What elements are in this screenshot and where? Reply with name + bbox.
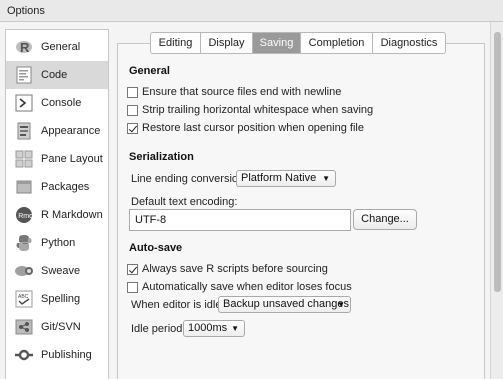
svg-text:Rmd: Rmd <box>18 213 33 220</box>
newline-option[interactable]: Ensure that source files end with newlin… <box>127 85 341 99</box>
sidebar-item-python[interactable]: Python <box>6 229 108 257</box>
line-ending-value: Platform Native <box>241 172 317 184</box>
sidebar-item-r-markdown[interactable]: Rmd R Markdown <box>6 201 108 229</box>
autosave-focus-option[interactable]: Automatically save when editor loses foc… <box>127 280 352 294</box>
sidebar-item-general[interactable]: R General <box>6 33 108 61</box>
tab-saving[interactable]: Saving <box>253 33 301 53</box>
always-save-option[interactable]: Always save R scripts before sourcing <box>127 262 328 276</box>
line-ending-select[interactable]: Platform Native ▼ <box>236 170 336 187</box>
sidebar-item-sweave[interactable]: Sweave <box>6 257 108 285</box>
window-title: Options <box>7 5 45 17</box>
serialization-heading: Serialization <box>129 151 194 163</box>
encoding-field[interactable]: UTF-8 <box>129 209 351 231</box>
spelling-icon: ABC <box>14 289 34 309</box>
svg-text:ABC: ABC <box>18 294 29 300</box>
checkmark-icon <box>128 264 138 273</box>
idle-label: When editor is idle: <box>131 299 225 311</box>
idle-period-label: Idle period: <box>131 323 186 335</box>
newline-label: Ensure that source files end with newlin… <box>142 86 342 98</box>
sidebar-item-code[interactable]: Code <box>6 61 108 89</box>
dropdown-arrow-icon: ▼ <box>322 174 330 183</box>
vertical-scrollbar[interactable] <box>490 22 503 379</box>
cursor-option[interactable]: Restore last cursor position when openin… <box>127 121 364 135</box>
dropdown-arrow-icon: ▼ <box>231 324 239 333</box>
publishing-icon <box>14 345 34 365</box>
svg-text:R: R <box>20 40 30 55</box>
title-bar: Options <box>0 0 503 22</box>
sidebar-item-publishing[interactable]: Publishing <box>6 341 108 369</box>
appearance-icon <box>14 121 34 141</box>
pane-layout-icon <box>14 149 34 169</box>
sidebar-item-appearance[interactable]: Appearance <box>6 117 108 145</box>
code-icon <box>14 65 34 85</box>
scrollbar-thumb[interactable] <box>494 32 501 292</box>
python-icon <box>14 233 34 253</box>
tab-display[interactable]: Display <box>201 33 253 53</box>
console-icon <box>14 93 34 113</box>
git-icon <box>14 317 34 337</box>
rmarkdown-icon: Rmd <box>14 205 34 225</box>
tab-editing[interactable]: Editing <box>151 33 201 53</box>
general-heading: General <box>129 65 170 77</box>
autosave-heading: Auto-save <box>129 242 183 254</box>
always-save-checkbox[interactable] <box>127 263 138 275</box>
sidebar-item-packages[interactable]: Packages <box>6 173 108 201</box>
whitespace-label: Strip trailing horizontal whitespace whe… <box>142 104 374 116</box>
idle-action-select[interactable]: Backup unsaved changes ▼ <box>218 296 351 313</box>
line-ending-label: Line ending conversion: <box>131 173 248 185</box>
dropdown-arrow-icon: ▼ <box>337 300 345 309</box>
sweave-icon <box>14 261 34 281</box>
sidebar-item-spelling[interactable]: ABC Spelling <box>6 285 108 313</box>
change-encoding-button[interactable]: Change... <box>353 209 417 230</box>
encoding-label: Default text encoding: <box>131 196 238 208</box>
code-tabs: Editing Display Saving Completion Diagno… <box>150 32 446 54</box>
packages-icon <box>14 177 34 197</box>
whitespace-option[interactable]: Strip trailing horizontal whitespace whe… <box>127 103 373 117</box>
autosave-focus-label: Automatically save when editor loses foc… <box>142 281 352 293</box>
cursor-label: Restore last cursor position when openin… <box>142 122 364 134</box>
whitespace-checkbox[interactable] <box>127 104 138 116</box>
idle-period-value: 1000ms <box>188 322 228 334</box>
idle-period-select[interactable]: 1000ms ▼ <box>183 320 245 337</box>
sidebar-item-pane-layout[interactable]: Pane Layout <box>6 145 108 173</box>
tab-diagnostics[interactable]: Diagnostics <box>373 33 445 53</box>
newline-checkbox[interactable] <box>127 86 138 98</box>
checkmark-icon <box>128 123 138 132</box>
always-save-label: Always save R scripts before sourcing <box>142 263 328 275</box>
options-sidebar: R General Code Console Appearance Pane L… <box>5 29 109 379</box>
r-logo-icon: R <box>14 37 34 57</box>
idle-action-value: Backup unsaved changes <box>223 298 349 310</box>
tab-completion[interactable]: Completion <box>301 33 373 53</box>
autosave-focus-checkbox[interactable] <box>127 281 138 293</box>
sidebar-item-git-svn[interactable]: Git/SVN <box>6 313 108 341</box>
sidebar-item-console[interactable]: Console <box>6 89 108 117</box>
cursor-checkbox[interactable] <box>127 122 138 134</box>
